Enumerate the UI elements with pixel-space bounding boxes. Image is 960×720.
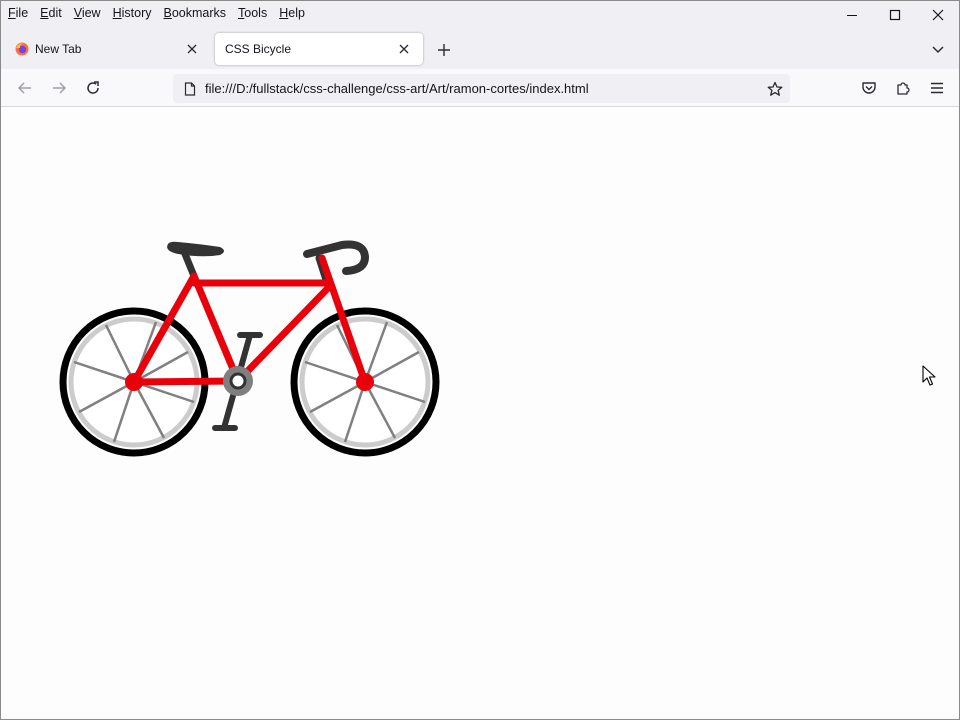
back-button[interactable] bbox=[14, 77, 36, 99]
bicycle-illustration bbox=[59, 240, 440, 457]
menu-help[interactable]: Help bbox=[274, 2, 310, 24]
close-icon bbox=[399, 44, 409, 54]
forward-button[interactable] bbox=[48, 77, 70, 99]
menu-bookmarks[interactable]: Bookmarks bbox=[159, 2, 232, 24]
browser-window: File Edit View History Bookmarks Tools H… bbox=[0, 0, 960, 720]
chain-stay bbox=[130, 377, 242, 386]
bookmark-star-button[interactable] bbox=[760, 81, 790, 97]
tab-close-button[interactable] bbox=[183, 40, 201, 58]
url-text[interactable]: file:///D:/fullstack/css-challenge/css-a… bbox=[205, 81, 760, 96]
menu-history[interactable]: History bbox=[108, 2, 157, 24]
tab-new-tab[interactable]: New Tab bbox=[5, 33, 211, 65]
arrow-left-icon bbox=[17, 82, 31, 94]
menu-bar: File Edit View History Bookmarks Tools H… bbox=[1, 1, 959, 25]
mouse-cursor-icon bbox=[922, 365, 936, 386]
maximize-icon bbox=[889, 9, 900, 21]
navigation-toolbar: file:///D:/fullstack/css-challenge/css-a… bbox=[1, 69, 959, 107]
seat-post bbox=[181, 250, 198, 280]
puzzle-icon bbox=[897, 82, 910, 95]
plus-icon bbox=[438, 44, 450, 56]
tab-close-button[interactable] bbox=[395, 40, 413, 58]
tab-label: CSS Bicycle bbox=[225, 42, 292, 56]
close-icon bbox=[932, 9, 943, 21]
pocket-button[interactable] bbox=[858, 77, 880, 99]
menu-view[interactable]: View bbox=[69, 2, 106, 24]
saddle bbox=[167, 241, 224, 257]
menu-file[interactable]: File bbox=[3, 2, 33, 24]
close-icon bbox=[187, 44, 197, 54]
minimize-icon bbox=[846, 15, 857, 16]
arrow-right-icon bbox=[53, 82, 67, 94]
tab-css-bicycle[interactable]: CSS Bicycle bbox=[215, 33, 423, 65]
firefox-icon bbox=[15, 42, 29, 56]
page-content bbox=[2, 108, 959, 719]
rear-hub bbox=[125, 373, 143, 391]
list-all-tabs-button[interactable] bbox=[927, 39, 949, 61]
file-icon bbox=[184, 81, 196, 96]
tab-strip: New Tab CSS Bicycle bbox=[1, 25, 959, 69]
front-hub bbox=[356, 373, 374, 391]
url-bar[interactable]: file:///D:/fullstack/css-challenge/css-a… bbox=[173, 74, 790, 103]
pocket-icon bbox=[862, 82, 876, 94]
hamburger-menu-icon bbox=[931, 82, 943, 94]
reload-button[interactable] bbox=[82, 77, 104, 99]
menu-edit[interactable]: Edit bbox=[35, 2, 67, 24]
menu-tools[interactable]: Tools bbox=[233, 2, 272, 24]
seat bbox=[167, 241, 224, 280]
extensions-button[interactable] bbox=[892, 77, 914, 99]
new-tab-button[interactable] bbox=[433, 39, 455, 61]
app-menu-button[interactable] bbox=[926, 77, 948, 99]
chevron-down-icon bbox=[932, 46, 944, 54]
handlebar bbox=[303, 240, 369, 284]
tab-label: New Tab bbox=[35, 42, 82, 56]
reload-icon bbox=[87, 81, 99, 94]
page-icon bbox=[175, 81, 205, 96]
crank-axle bbox=[229, 372, 247, 390]
star-icon bbox=[767, 81, 783, 96]
